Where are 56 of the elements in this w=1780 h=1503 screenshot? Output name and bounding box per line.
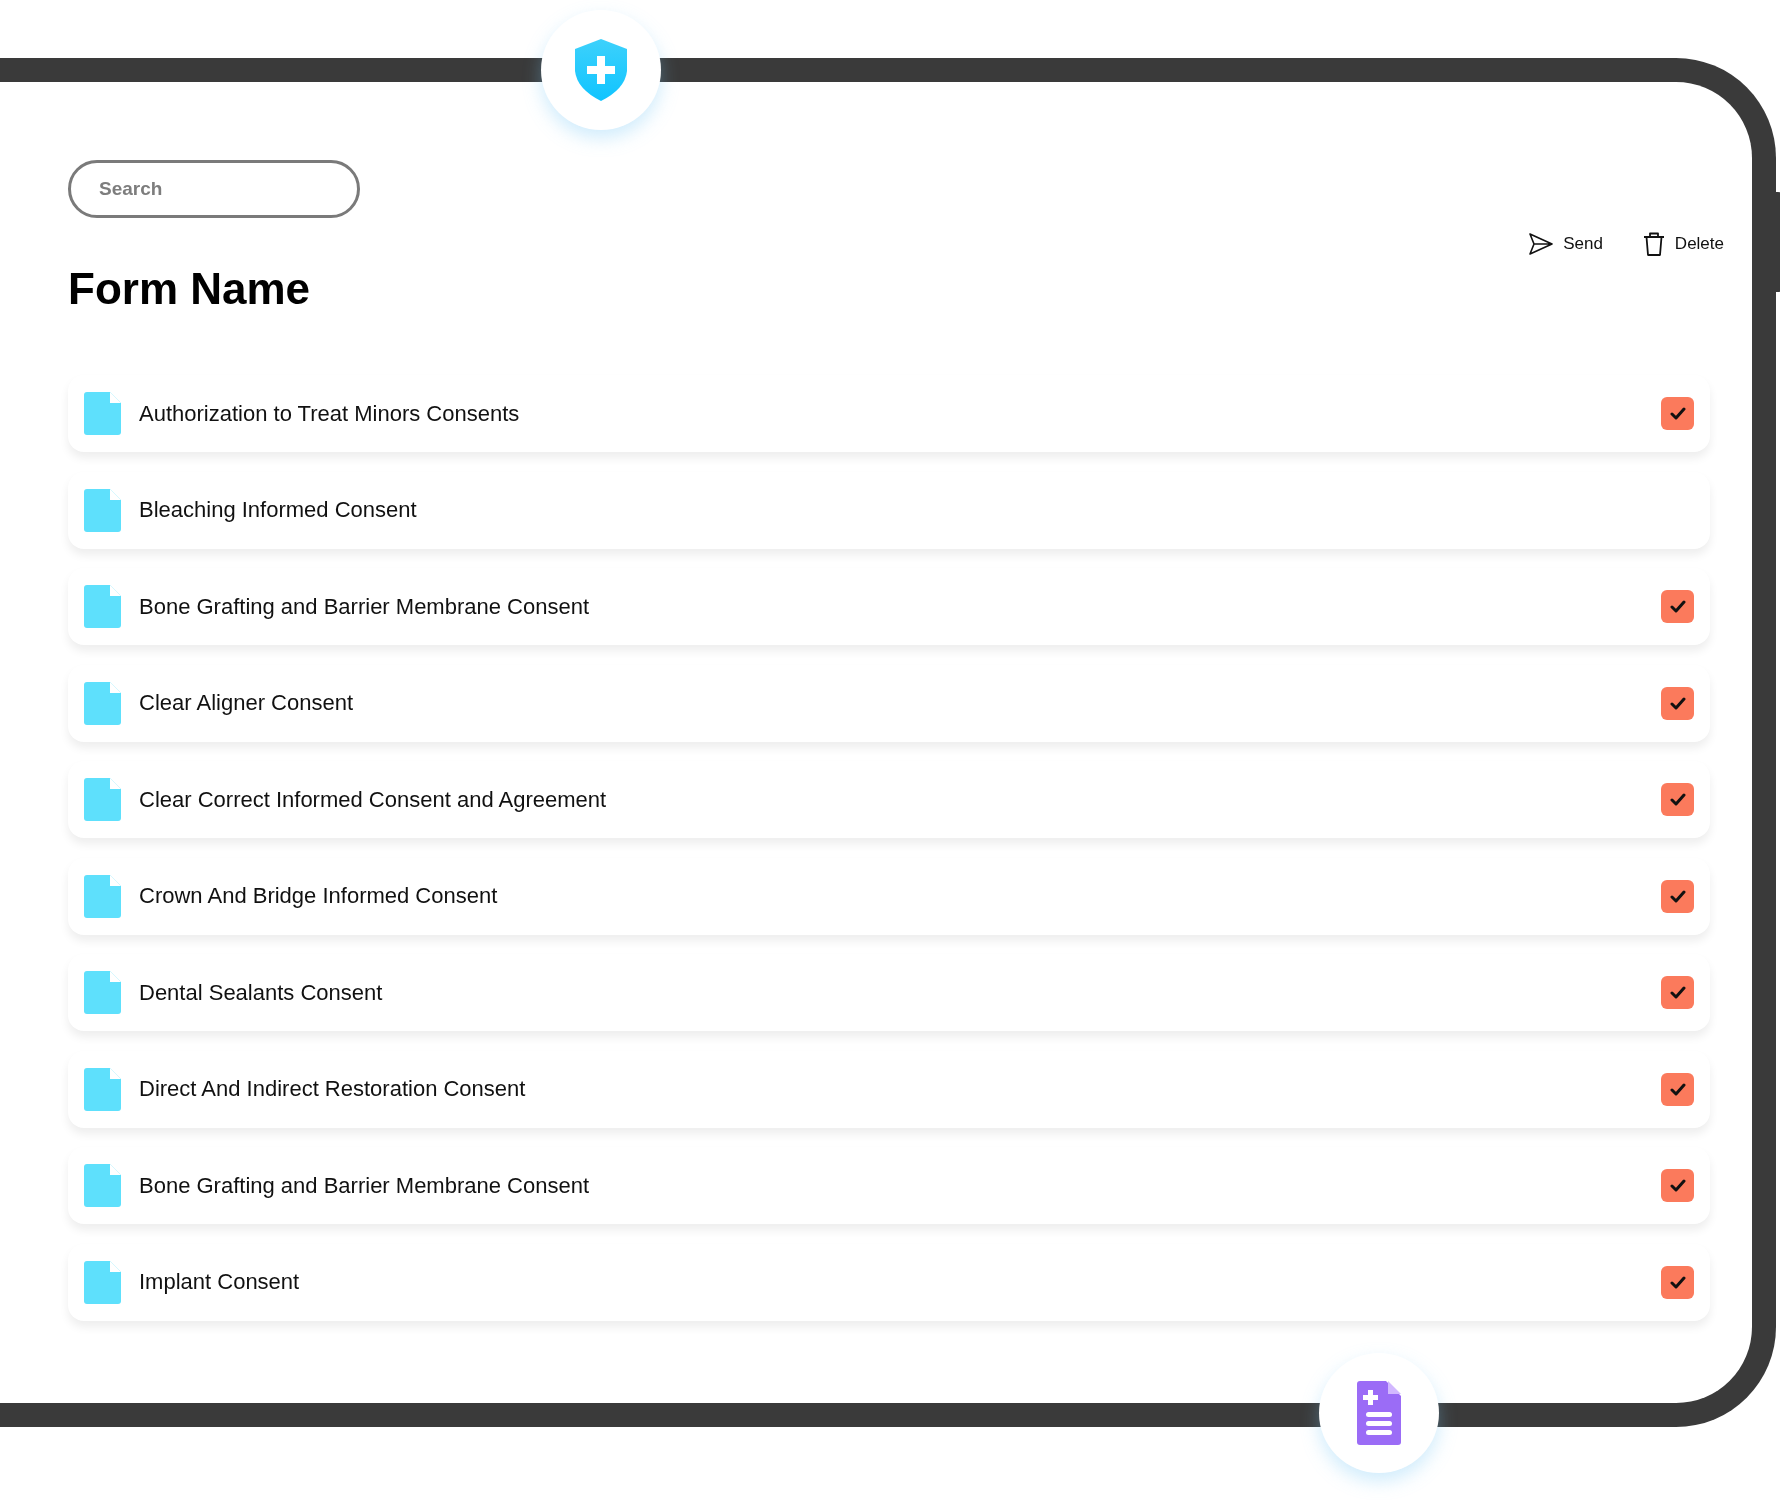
checkbox[interactable] [1661, 397, 1694, 430]
document-icon [84, 488, 121, 532]
form-name: Bleaching Informed Consent [139, 497, 418, 523]
document-icon [84, 874, 121, 918]
delete-button[interactable]: Delete [1640, 228, 1726, 260]
check-icon [1669, 986, 1686, 999]
form-name: Dental Sealants Consent [139, 979, 384, 1006]
form-row[interactable]: Crown And Bridge Informed Consent [68, 857, 1710, 935]
shield-plus-icon [575, 39, 627, 101]
form-name: Direct And Indirect Restoration Consent [139, 1076, 527, 1102]
form-row[interactable]: Dental Sealants Consent [68, 954, 1710, 1031]
checkbox[interactable] [1661, 976, 1694, 1009]
check-icon [1669, 1275, 1686, 1289]
form-name: Authorization to Treat Minors Consents [139, 400, 521, 427]
form-name: Clear Correct Informed Consent and Agreement [139, 786, 608, 813]
form-name: Implant Consent [139, 1269, 301, 1295]
checkbox[interactable] [1661, 783, 1694, 816]
checkbox[interactable] [1661, 1072, 1694, 1106]
send-button[interactable]: Send [1527, 228, 1605, 260]
document-plus-icon [1357, 1381, 1401, 1445]
check-icon [1669, 793, 1686, 806]
form-name: Bone Grafting and Barrier Membrane Consent [139, 593, 590, 620]
checkbox[interactable] [1661, 590, 1694, 623]
document-icon [84, 585, 121, 628]
search-field[interactable]: Search [68, 160, 360, 218]
check-icon [1669, 1082, 1686, 1096]
form-row[interactable]: Clear Correct Informed Consent and Agreement [68, 761, 1710, 838]
check-icon [1669, 1179, 1686, 1192]
trash-icon [1642, 232, 1665, 256]
form-row[interactable]: Bone Grafting and Barrier Membrane Consent [68, 1147, 1710, 1224]
form-name: Clear Aligner Consent [139, 690, 354, 716]
send-icon [1529, 233, 1554, 255]
check-icon [1669, 696, 1686, 710]
form-row[interactable]: Bone Grafting and Barrier Membrane Consent [68, 568, 1710, 645]
form-row[interactable]: Bleaching Informed Consent [68, 471, 1710, 549]
form-name: Bone Grafting and Barrier Membrane Consent [139, 1172, 590, 1199]
document-icon [84, 1260, 121, 1304]
form-row[interactable]: Authorization to Treat Minors Consents [68, 375, 1710, 452]
document-icon [84, 971, 121, 1014]
form-row[interactable]: Direct And Indirect Restoration Consent [68, 1050, 1710, 1128]
checkbox[interactable] [1661, 1169, 1694, 1202]
page-title: Form Name [68, 263, 311, 315]
check-icon [1669, 889, 1686, 903]
check-icon [1669, 407, 1686, 420]
document-icon [84, 392, 121, 435]
checkbox[interactable] [1661, 879, 1694, 913]
form-name: Crown And Bridge Informed Consent [139, 883, 499, 909]
check-icon [1669, 600, 1686, 613]
document-icon [84, 1067, 121, 1111]
document-icon [84, 681, 121, 725]
checkbox[interactable] [1661, 1265, 1694, 1299]
form-row[interactable]: Implant Consent [68, 1243, 1710, 1321]
form-row[interactable]: Clear Aligner Consent [68, 664, 1710, 742]
checkbox[interactable] [1661, 686, 1694, 720]
document-icon [84, 1164, 121, 1207]
document-icon [84, 778, 121, 821]
